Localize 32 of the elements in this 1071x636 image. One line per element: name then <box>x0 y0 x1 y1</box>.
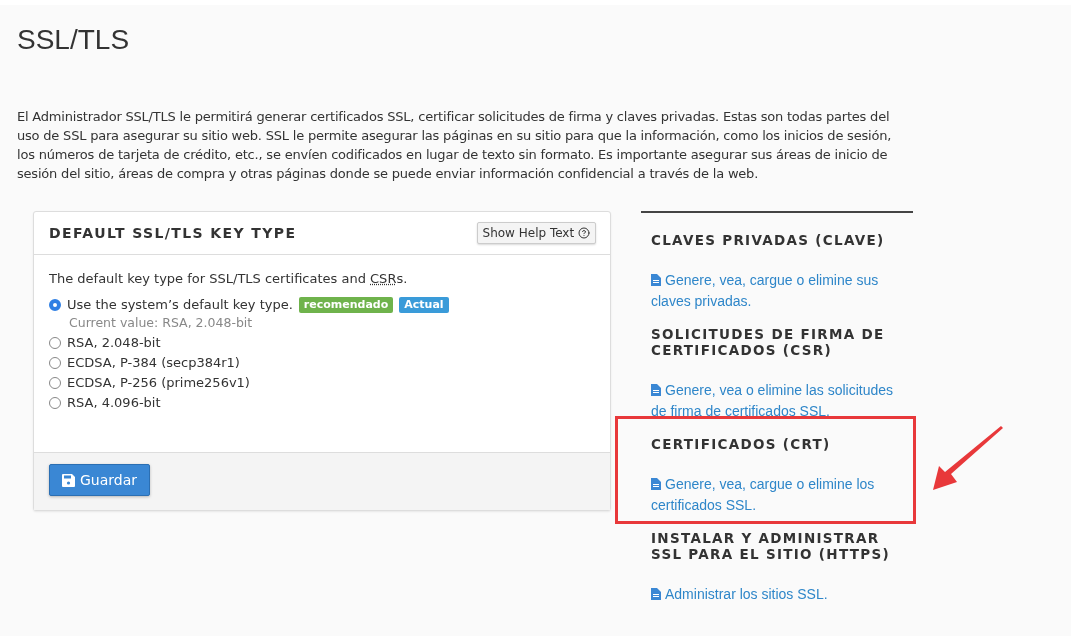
document-icon <box>651 274 661 286</box>
radio-button[interactable] <box>49 377 61 389</box>
document-icon <box>651 478 661 490</box>
save-button[interactable]: Guardar <box>49 464 151 496</box>
radio-button[interactable] <box>49 397 61 409</box>
status-badge: recomendado <box>298 297 394 313</box>
page-title: SSL/TLS <box>17 23 130 57</box>
option-label[interactable]: RSA, 4.096-bit <box>67 394 161 412</box>
help-icon <box>578 227 590 239</box>
intro-paragraph: El Administrador SSL/TLS le permitirá generar certificados SSL, certificar solicitudes de firma y claves privadas. Estas son todas partes del uso de SSL para asegurar su sitio web. SSL le permite asegurar las páginas en su sitio para que la información, como los inicios de sesión, los números de tarjeta de crédito, etc., se envíen codificados en lugar de texto sin formato. Es importante asegurar sus áreas de inicio de sesión del sitio, áreas de compra y otras páginas donde se puede enviar información confidencial a través de la web. <box>17 108 893 183</box>
document-icon <box>651 588 661 600</box>
section-heading: CLAVES PRIVADAS (CLAVE) <box>651 232 886 248</box>
section-heading: CERTIFICADOS (CRT) <box>651 436 832 452</box>
section-heading: SOLICITUDES DE FIRMA DE CERTIFICADOS (CSR) <box>651 326 886 358</box>
radio-button[interactable] <box>49 337 61 349</box>
section-link[interactable]: Genere, vea, cargue o elimine sus claves privadas. <box>651 270 903 312</box>
help-text-button[interactable]: Show Help Text <box>476 222 596 244</box>
option-label[interactable]: ECDSA, P-384 (secp384r1) <box>67 354 240 372</box>
card-description: The default key type for SSL/TLS certificates and CSRs. <box>49 271 409 286</box>
section-link[interactable]: Genere, vea, cargue o elimine los certificados SSL. <box>651 474 903 516</box>
current-value-note: Current value: RSA, 2.048-bit <box>69 314 254 332</box>
document-icon <box>651 384 661 396</box>
card-title: DEFAULT SSL/TLS KEY TYPE <box>49 225 297 241</box>
option-label[interactable]: ECDSA, P-256 (prime256v1) <box>67 374 250 392</box>
radio-button[interactable] <box>49 299 61 311</box>
option-label[interactable]: Use the system’s default key type. <box>67 296 293 314</box>
status-badge: Actual <box>399 297 449 313</box>
section-link[interactable]: Administrar los sitios SSL. <box>651 584 903 605</box>
section-link[interactable]: Genere, vea o elimine las solicitudes de firma de certificados SSL. <box>651 380 903 422</box>
radio-button[interactable] <box>49 357 61 369</box>
section-heading: INSTALAR Y ADMINISTRAR SSL PARA EL SITIO (HTTPS) <box>651 530 891 562</box>
option-label[interactable]: RSA, 2.048-bit <box>67 334 161 352</box>
